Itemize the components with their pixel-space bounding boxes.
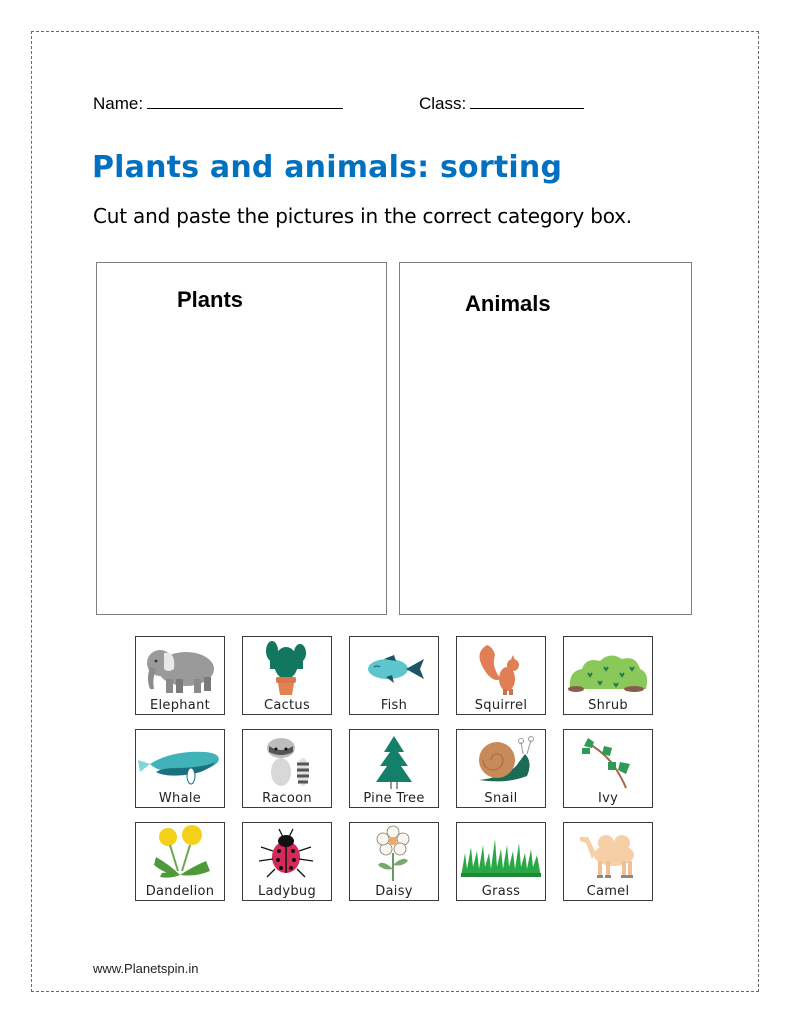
picture-card-grass[interactable]: Grass bbox=[456, 822, 546, 901]
whale-icon bbox=[138, 751, 219, 785]
picture-card-dandelion[interactable]: Dandelion bbox=[135, 822, 225, 901]
plants-category-label: Plants bbox=[177, 287, 244, 312]
picture-card-shrub[interactable]: Shrub bbox=[563, 636, 653, 715]
picture-card-ivy[interactable]: Ivy bbox=[563, 729, 653, 808]
camel-icon bbox=[580, 835, 634, 878]
card-label: Camel bbox=[586, 884, 630, 899]
picture-card-camel[interactable]: Camel bbox=[563, 822, 653, 901]
racoon-icon bbox=[267, 738, 309, 786]
name-field: Name: bbox=[93, 94, 344, 114]
picture-card-racoon[interactable]: Racoon bbox=[242, 729, 332, 808]
instructions: Cut and paste the pictures in the correc… bbox=[93, 204, 632, 228]
picture-card-pine-tree[interactable]: Pine Tree bbox=[349, 729, 439, 808]
card-label: Cactus bbox=[263, 698, 311, 713]
card-label: Daisy bbox=[375, 884, 413, 899]
card-label: Whale bbox=[158, 791, 202, 806]
elephant-icon bbox=[147, 650, 214, 693]
picture-card-snail[interactable]: Snail bbox=[456, 729, 546, 808]
squirrel-icon bbox=[479, 645, 519, 695]
picture-card-whale[interactable]: Whale bbox=[135, 729, 225, 808]
picture-card-squirrel[interactable]: Squirrel bbox=[456, 636, 546, 715]
pine-tree-icon bbox=[376, 736, 412, 789]
website-footer: www.Planetspin.in bbox=[93, 961, 199, 976]
picture-card-ladybug[interactable]: Ladybug bbox=[242, 822, 332, 901]
ladybug-icon bbox=[258, 828, 314, 878]
card-label: Ivy bbox=[597, 791, 619, 806]
card-label: Shrub bbox=[588, 698, 628, 713]
snail-icon bbox=[479, 736, 534, 782]
card-label: Grass bbox=[481, 884, 521, 899]
cactus-icon bbox=[266, 641, 306, 695]
shrub-icon bbox=[568, 655, 648, 692]
class-field: Class: bbox=[419, 94, 585, 114]
daisy-icon bbox=[376, 825, 410, 881]
card-label: Squirrel bbox=[474, 698, 528, 713]
picture-card-daisy[interactable]: Daisy bbox=[349, 822, 439, 901]
picture-card-fish[interactable]: Fish bbox=[349, 636, 439, 715]
card-label: Dandelion bbox=[145, 884, 215, 899]
card-label: Pine Tree bbox=[363, 791, 425, 806]
name-label: Name: bbox=[93, 94, 144, 113]
picture-card-cactus[interactable]: Cactus bbox=[242, 636, 332, 715]
card-label: Ladybug bbox=[258, 884, 316, 899]
dandelion-icon bbox=[154, 825, 210, 878]
card-label: Racoon bbox=[262, 791, 312, 806]
grass-icon bbox=[461, 839, 541, 877]
card-label: Fish bbox=[380, 698, 408, 713]
class-blank-line[interactable] bbox=[470, 94, 585, 109]
worksheet-title: Plants and animals: sorting bbox=[92, 150, 563, 185]
name-blank-line[interactable] bbox=[147, 94, 344, 109]
animals-category-box[interactable]: Animals bbox=[399, 262, 692, 615]
ivy-icon bbox=[582, 738, 630, 789]
card-label: Snail bbox=[484, 791, 518, 806]
plants-category-box[interactable]: Plants bbox=[96, 262, 387, 615]
class-label: Class: bbox=[419, 94, 467, 113]
card-label: Elephant bbox=[149, 698, 211, 713]
picture-card-elephant[interactable]: Elephant bbox=[135, 636, 225, 715]
fish-icon bbox=[368, 655, 424, 683]
animals-category-label: Animals bbox=[465, 291, 551, 316]
